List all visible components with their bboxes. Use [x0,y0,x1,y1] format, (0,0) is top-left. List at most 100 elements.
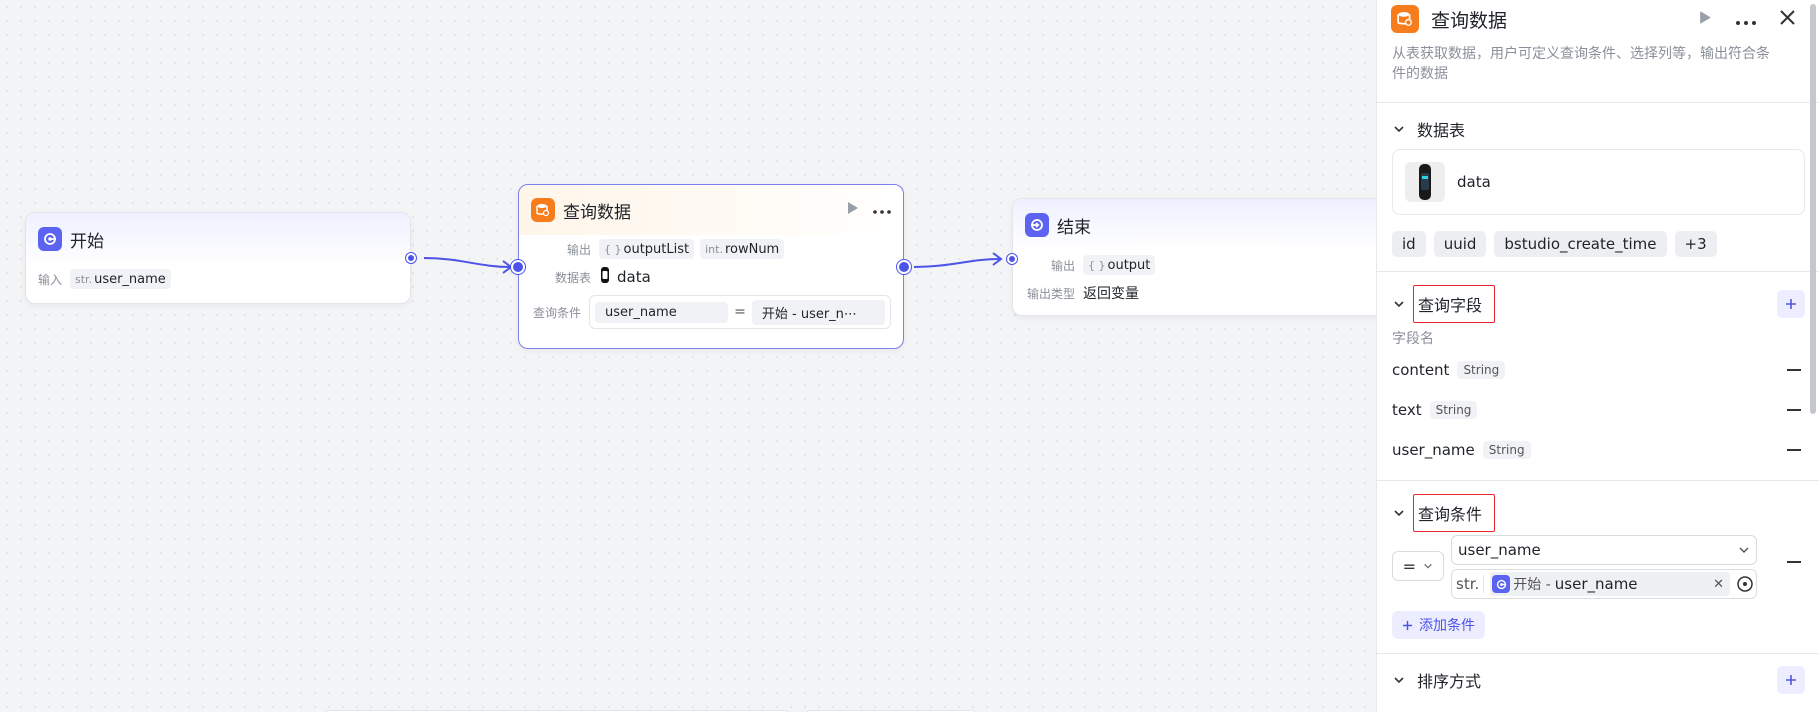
conditions-section-header[interactable]: 查询条件 [1377,491,1819,535]
remove-field-icon[interactable] [1787,369,1801,371]
table-section-header[interactable]: 数据表 [1377,109,1819,149]
reference-source: 开始 - [1513,577,1551,593]
node-config-panel: 查询数据 从表获取数据，用户可定义查询条件、选择列等，输出符合条件的数据 数据表… [1376,0,1819,712]
query-output-row: 输出 { } outputList int. rowNum [519,235,903,263]
query-node[interactable]: 查询数据 输出 { } outputList int. rowNum 数据表 dat… [511,184,911,349]
workflow-canvas[interactable]: 开始 输入 str. user_name 查询数据 输出 {} outputL… [0,0,1376,712]
panel-header: 查询数据 [1377,0,1819,34]
query-node-title: 查询数据 [563,202,631,223]
field-name: user_name [1392,441,1475,459]
divider [1377,271,1819,272]
condition-operator: = [734,304,746,320]
table-name: data [1457,173,1491,191]
left-field-value: user_name [1458,541,1541,559]
divider [1377,653,1819,654]
query-table-row: 数据表 data [519,263,903,291]
query-node-header: 查询数据 [519,185,903,235]
column-chip: bstudio_create_time [1494,231,1667,257]
edges-layer [423,252,1003,274]
output-name: rowNum [724,241,780,257]
add-condition-button[interactable]: 添加条件 [1392,611,1485,639]
chevron-down-icon [1394,510,1404,517]
clear-icon[interactable]: ✕ [1713,577,1724,592]
field-name: content [1392,361,1450,379]
query-output-handle[interactable] [897,260,911,274]
start-input-label: 输入 [38,272,63,287]
condition-field: user_name [595,301,729,323]
play-icon[interactable] [847,201,859,219]
add-condition-label: 添加条件 [1419,618,1475,634]
column-chips: id uuid bstudio_create_time +3 [1377,231,1819,257]
condition-box[interactable]: user_name = 开始 - user_n⋯ [589,295,891,329]
remove-field-icon[interactable] [1787,409,1801,411]
output-name: outputList [623,241,690,257]
watch-thumbnail-icon [599,267,611,287]
start-input-tag: str. user_name [70,269,171,289]
remove-field-icon[interactable] [1787,449,1801,451]
start-node[interactable]: 开始 输入 str. user_name [25,212,416,304]
conditions-section-title: 查询条件 [1413,494,1496,532]
end-kind-label: 输出类型 [1026,286,1075,301]
table-card[interactable]: data [1392,149,1805,215]
end-node-header: 结束 [1013,199,1376,251]
start-output-handle[interactable] [406,253,416,263]
plus-icon [1402,620,1413,630]
query-output-label: 输出 [566,242,591,257]
fields-section-header[interactable]: 查询字段 [1377,282,1819,326]
panel-actions [1699,9,1795,30]
panel-scrollbar[interactable] [1810,4,1816,414]
play-icon[interactable] [1699,9,1712,30]
type-prefix: str. [75,272,93,286]
edge-start-to-query [423,257,511,268]
more-icon[interactable] [1736,9,1756,30]
more-columns-chip[interactable]: +3 [1674,231,1717,257]
field-type: String [1457,361,1506,379]
query-node-actions [847,201,891,219]
close-icon[interactable] [1780,9,1795,30]
end-output-label: 输出 [1050,258,1075,273]
start-input-row: 输入 str. user_name [26,265,410,293]
chevron-down-icon [1394,126,1404,133]
field-type: String [1429,401,1478,419]
database-search-icon [531,198,555,222]
table-section-title: 数据表 [1417,121,1466,140]
variable-picker-icon[interactable] [1736,575,1754,593]
start-icon [1492,575,1511,593]
table-thumbnail [1405,162,1445,202]
add-field-button[interactable] [1777,290,1805,318]
remove-condition-icon[interactable] [1787,561,1801,563]
end-node[interactable]: 结束 输出 { } output 输出类型 返回变量 [1007,198,1376,316]
end-node-title: 结束 [1057,217,1091,238]
query-input-handle[interactable] [511,260,525,274]
sort-section-header[interactable]: 排序方式 [1377,660,1819,700]
query-condition-label: 查询条件 [532,305,581,320]
end-output-row: 输出 { } output [1013,251,1376,279]
panel-description: 从表获取数据，用户可定义查询条件、选择列等，输出符合条件的数据 [1392,46,1770,82]
edge-query-to-end [913,258,1001,268]
more-icon[interactable] [873,202,891,218]
end-kind-row: 输出类型 返回变量 [1013,279,1376,307]
add-sort-button[interactable] [1777,666,1805,694]
chevron-down-icon [1424,563,1433,569]
left-field-select[interactable]: user_name [1451,535,1757,565]
exit-icon [1025,213,1049,237]
query-table-label: 数据表 [554,270,591,285]
input-name: user_name [94,271,166,287]
divider [1377,480,1819,481]
panel-title: 查询数据 [1431,9,1508,32]
output-name: output [1107,257,1151,273]
value-type-prefix: str. [1456,575,1485,593]
condition-value: 开始 - user_n⋯ [751,299,886,325]
variable-reference[interactable]: 开始 - user_name ✕ [1490,572,1730,596]
chevron-down-icon [1394,677,1404,684]
end-kind-value: 返回变量 [1083,286,1139,302]
end-output-tag: { } output [1083,255,1156,275]
start-node-title: 开始 [70,231,104,252]
operator-select[interactable]: = [1392,551,1444,581]
field-row: content String [1377,350,1819,390]
output-tag-rownum: int. rowNum [700,239,785,259]
end-input-handle[interactable] [1007,254,1017,264]
condition-row: = user_name str. 开始 - user_name ✕ [1377,535,1819,603]
field-name: text [1392,401,1422,419]
right-value-input[interactable]: str. 开始 - user_name ✕ [1451,569,1757,599]
